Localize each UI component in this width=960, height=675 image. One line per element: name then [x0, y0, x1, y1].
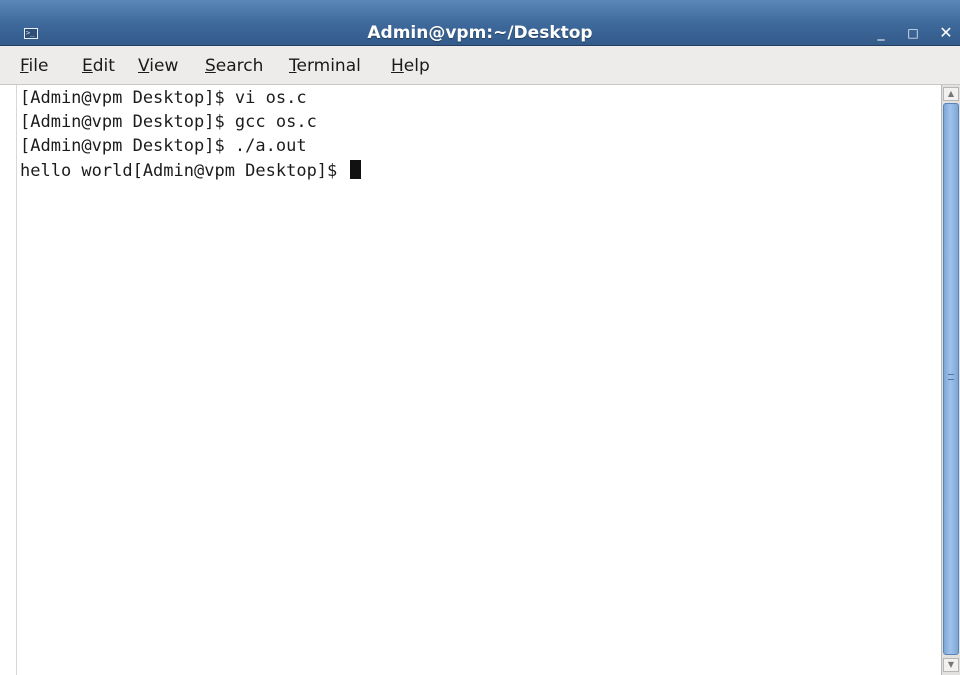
- menu-help[interactable]: Help: [391, 56, 430, 76]
- menu-terminal[interactable]: Terminal: [289, 56, 361, 76]
- terminal-output[interactable]: [Admin@vpm Desktop]$ vi os.c [Admin@vpm …: [16, 85, 941, 675]
- terminal-icon[interactable]: >_: [24, 28, 38, 39]
- title-bar[interactable]: >_ Admin@vpm:~/Desktop _ □ ✕: [0, 0, 960, 46]
- scroll-up-arrow-icon[interactable]: ▲: [943, 87, 959, 101]
- menu-search[interactable]: Search: [205, 56, 263, 76]
- terminal-prompt-line[interactable]: hello world[Admin@vpm Desktop]$: [20, 160, 361, 181]
- minimize-button[interactable]: _: [873, 24, 889, 42]
- text-cursor: [349, 160, 361, 179]
- menu-bar: File Edit View Search Terminal Help: [0, 46, 960, 85]
- terminal-window: >_ Admin@vpm:~/Desktop _ □ ✕ File Edit V…: [0, 0, 960, 675]
- menu-file[interactable]: File: [20, 56, 48, 76]
- terminal-line: [Admin@vpm Desktop]$ vi os.c: [20, 88, 307, 108]
- terminal-line-text: hello world[Admin@vpm Desktop]$: [20, 161, 348, 181]
- terminal-line: [Admin@vpm Desktop]$ ./a.out: [20, 136, 307, 156]
- grip-icon: [948, 374, 954, 380]
- maximize-button[interactable]: □: [905, 24, 921, 42]
- close-button[interactable]: ✕: [938, 24, 954, 42]
- scroll-thumb[interactable]: [943, 103, 959, 655]
- menu-edit[interactable]: Edit: [82, 56, 115, 76]
- menu-view[interactable]: View: [138, 56, 178, 76]
- scroll-down-arrow-icon[interactable]: ▼: [943, 658, 959, 672]
- terminal-line: [Admin@vpm Desktop]$ gcc os.c: [20, 112, 317, 132]
- vertical-scrollbar[interactable]: ▲ ▼: [941, 85, 960, 675]
- window-title: Admin@vpm:~/Desktop: [367, 23, 593, 43]
